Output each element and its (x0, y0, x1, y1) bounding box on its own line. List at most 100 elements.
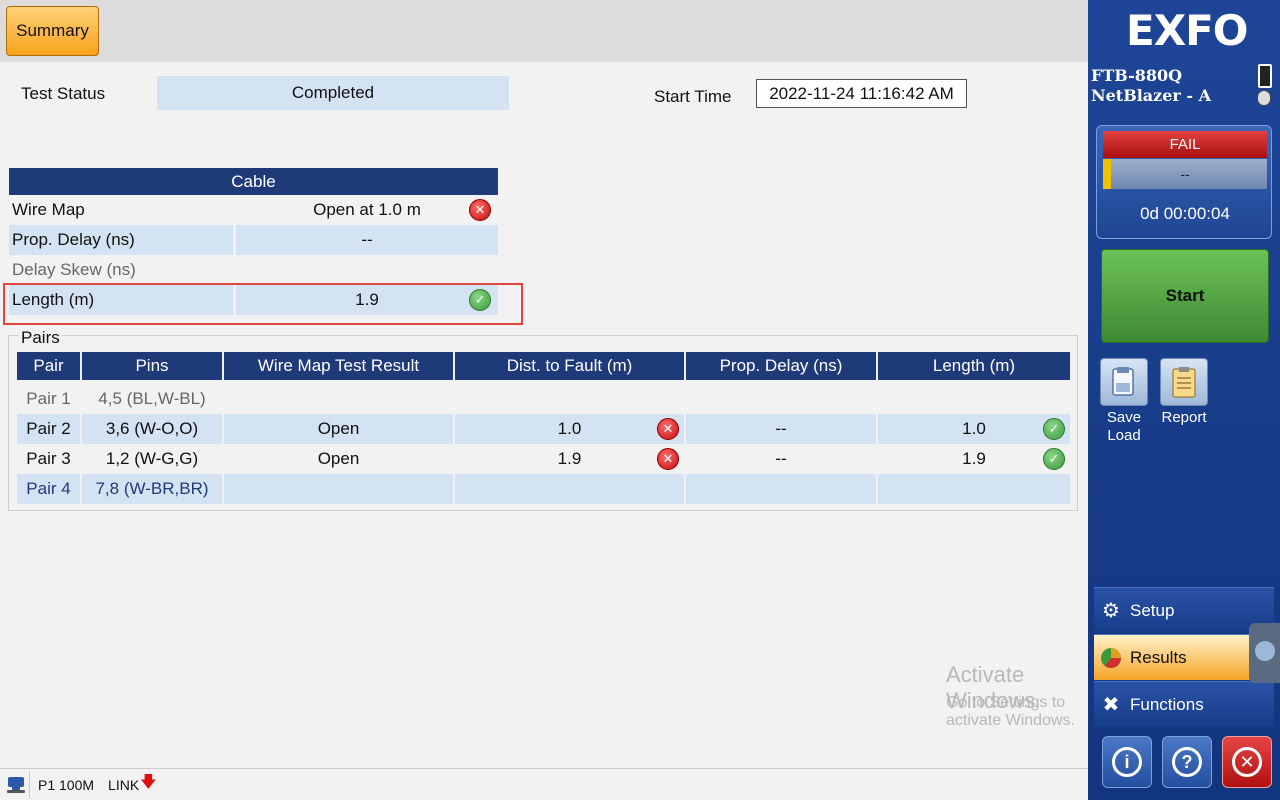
pair-cell: Pair 1 (26, 389, 71, 408)
close-button[interactable]: ✕ (1222, 736, 1272, 788)
start-time-label: Start Time (654, 87, 732, 106)
cable-row-label: Prop. Delay (ns) (9, 225, 233, 255)
column-header: Wire Map Test Result (224, 352, 453, 380)
nav-functions[interactable]: ✖ Functions (1094, 681, 1274, 727)
length-cell (878, 474, 1070, 504)
dist-value: 1.0 (557, 419, 582, 438)
result-cell: Open (224, 414, 453, 444)
device-model: FTB-880Q NetBlazer - A (1091, 66, 1211, 106)
activation-watermark-text: Go to Settings to activate Windows. (946, 694, 1075, 729)
result-cell (224, 384, 453, 414)
start-button[interactable]: Start (1101, 249, 1269, 343)
column-header: Pins (82, 352, 222, 380)
pairs-group: Pairs Pair Pins Wire Map Test Result Dis… (8, 328, 1078, 511)
save-label: Save (1106, 409, 1142, 426)
cable-row-label: Wire Map (12, 200, 85, 219)
length-cell: 1.9 ✓ (878, 444, 1070, 474)
verdict-bar: FAIL (1103, 131, 1267, 158)
mouse-icon (1257, 90, 1271, 106)
test-status-label: Test Status (21, 84, 106, 103)
close-icon: ✕ (1232, 747, 1262, 777)
info-icon: i (1112, 747, 1142, 777)
battery-icon (1258, 64, 1272, 88)
column-header: Pair (17, 352, 80, 380)
delay-cell (686, 474, 876, 504)
help-button[interactable]: ? (1162, 736, 1212, 788)
fail-icon: ✕ (469, 199, 491, 221)
status-bar: P1 100M LINK 🡇 (0, 768, 1088, 800)
test-status-value: Completed (157, 76, 509, 110)
save-load-icon (1112, 367, 1134, 396)
table-row: Pair 4 7,8 (W-BR,BR) (17, 474, 1072, 504)
save-load-button[interactable] (1100, 358, 1148, 406)
table-row: Pair 3 1,2 (W-G,G) Open 1.9 ✕ -- 1.9 ✓ (17, 444, 1072, 474)
dist-cell (455, 474, 684, 504)
result-cell (224, 474, 453, 504)
delay-cell: -- (686, 414, 876, 444)
table-row: Pair 2 3,6 (W-O,O) Open 1.0 ✕ -- 1.0 ✓ (17, 414, 1072, 444)
pass-icon: ✓ (1043, 448, 1065, 470)
progress-indicator (1103, 159, 1111, 189)
verdict-sub-bar: -- (1103, 159, 1267, 189)
summary-button[interactable]: Summary (6, 6, 99, 56)
column-header: Prop. Delay (ns) (686, 352, 876, 380)
fail-icon: ✕ (657, 418, 679, 440)
tools-icon: ✖ (1102, 694, 1120, 716)
report-label: Report (1161, 409, 1207, 426)
cable-row-delay-skew: Delay Skew (ns) (9, 255, 498, 285)
cable-row-value: Open at 1.0 m ✕ (236, 195, 498, 225)
cable-table-header: Cable (9, 168, 498, 195)
nav-label: Setup (1130, 600, 1175, 620)
pins-cell: 3,6 (W-O,O) (82, 414, 222, 444)
pins-cell: 1,2 (W-G,G) (105, 449, 199, 468)
network-icon[interactable] (2, 770, 30, 799)
pie-chart-icon (1098, 645, 1124, 671)
pins-cell: 7,8 (W-BR,BR) (82, 474, 222, 504)
length-cell (878, 384, 1070, 414)
cable-row-wire-map: Wire Map Open at 1.0 m ✕ (9, 195, 498, 225)
load-label: Load (1107, 427, 1141, 444)
length-row-highlight (3, 283, 523, 325)
table-row: Pair 1 4,5 (BL,W-BL) (17, 384, 1072, 414)
nav-results[interactable]: Results (1094, 634, 1274, 680)
delay-cell (686, 384, 876, 414)
length-value: 1.9 (962, 449, 986, 468)
cable-row-value (236, 255, 498, 285)
pair-cell: Pair 2 (17, 414, 80, 444)
exfo-logo: EXFO (1126, 6, 1248, 55)
cable-row-label: Delay Skew (ns) (12, 260, 136, 279)
pairs-table: Pair Pins Wire Map Test Result Dist. to … (17, 352, 1072, 504)
nav-setup[interactable]: ⚙ Setup (1094, 587, 1274, 633)
side-tab-handle[interactable] (1249, 623, 1280, 683)
device-model-line2: NetBlazer - A (1091, 86, 1212, 105)
dist-cell: 1.0 ✕ (455, 414, 684, 444)
link-status: LINK (108, 776, 140, 793)
link-down-arrow-icon: 🡇 (140, 774, 157, 791)
length-value: 1.0 (962, 419, 986, 438)
dist-cell (455, 384, 684, 414)
nav-label: Functions (1130, 694, 1204, 714)
cable-row-prop-delay: Prop. Delay (ns) -- (9, 225, 498, 255)
gear-icon: ⚙ (1102, 600, 1120, 622)
dist-value: 1.9 (557, 449, 582, 468)
right-panel: EXFO FTB-880Q NetBlazer - A FAIL -- 0d 0… (1088, 0, 1280, 800)
pass-icon: ✓ (1043, 418, 1065, 440)
column-header: Length (m) (878, 352, 1070, 380)
save-load-label: Save Load (1102, 409, 1146, 445)
nav-label: Results (1130, 647, 1187, 667)
info-button[interactable]: i (1102, 736, 1152, 788)
report-button[interactable] (1160, 358, 1208, 406)
port-status: P1 100M (38, 776, 95, 793)
test-verdict-card: FAIL -- 0d 00:00:04 (1096, 125, 1272, 239)
pairs-header-row: Pair Pins Wire Map Test Result Dist. to … (17, 352, 1072, 382)
fail-icon: ✕ (657, 448, 679, 470)
verdict-sub-value: -- (1180, 166, 1190, 182)
start-time-value: 2022-11-24 11:16:42 AM (756, 79, 967, 108)
pair-cell: Pair 4 (17, 474, 80, 504)
pins-cell: 4,5 (BL,W-BL) (98, 389, 206, 408)
dist-cell: 1.9 ✕ (455, 444, 684, 474)
length-cell: 1.0 ✓ (878, 414, 1070, 444)
report-icon (1172, 367, 1196, 398)
column-header: Dist. to Fault (m) (455, 352, 684, 380)
device-model-line1: FTB-880Q (1091, 66, 1183, 85)
